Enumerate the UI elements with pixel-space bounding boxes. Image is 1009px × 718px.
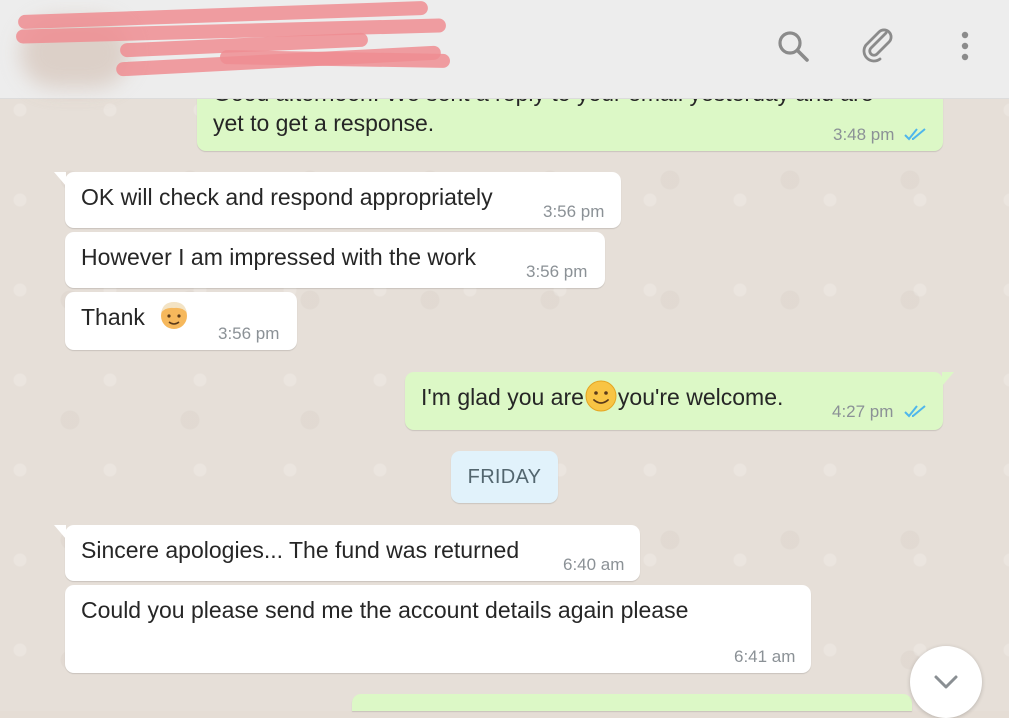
read-ticks-icon bbox=[904, 128, 926, 141]
message-text: I'm glad you are you're welcome. bbox=[421, 380, 784, 413]
message-time: 3:56 pm bbox=[543, 202, 605, 221]
date-separator: FRIDAY bbox=[451, 451, 558, 503]
message-bubble-incoming: Thank 3:56 pm bbox=[65, 292, 297, 350]
message-text: OK will check and respond appropriately bbox=[81, 184, 493, 210]
message-bubble-outgoing-partial bbox=[352, 694, 912, 711]
message-time: 4:27 pm bbox=[832, 402, 894, 421]
message-bubble-incoming: However I am impressed with the work 3:5… bbox=[65, 232, 605, 288]
chevron-down-icon bbox=[934, 675, 958, 689]
scroll-down-button[interactable] bbox=[910, 646, 982, 718]
message-bubble-incoming: Could you please send me the account det… bbox=[65, 585, 811, 673]
bubble-tail bbox=[942, 372, 954, 386]
message-time: 3:48 pm bbox=[833, 125, 895, 144]
message-time: 3:56 pm bbox=[218, 324, 280, 343]
smiling-face-emoji bbox=[585, 380, 617, 412]
bubble-tail bbox=[54, 172, 66, 186]
message-bubble-incoming: Sincere apologies... The fund was return… bbox=[54, 525, 640, 581]
header-mask bbox=[0, 0, 1009, 99]
message-text: However I am impressed with the work bbox=[81, 244, 476, 270]
message-text: Could you please send me the account det… bbox=[81, 597, 689, 623]
read-ticks-icon bbox=[904, 405, 926, 418]
message-bubble-incoming: OK will check and respond appropriately … bbox=[54, 172, 621, 228]
message-text: Thank bbox=[81, 301, 191, 332]
message-text-part: you're welcome. bbox=[617, 384, 784, 410]
message-time: 3:56 pm bbox=[526, 262, 588, 281]
message-bubble-outgoing: I'm glad you are you're welcome. 4:27 pm bbox=[405, 372, 954, 430]
message-text-part: Thank bbox=[81, 304, 145, 330]
message-text-part: I'm glad you are bbox=[421, 384, 584, 410]
message-time: 6:41 am bbox=[734, 647, 796, 666]
message-time: 6:40 am bbox=[563, 555, 625, 574]
message-text: Sincere apologies... The fund was return… bbox=[81, 537, 520, 563]
bubble-tail bbox=[54, 525, 66, 539]
message-text: yet to get a response. bbox=[213, 110, 435, 136]
older-person-emoji bbox=[161, 301, 188, 329]
